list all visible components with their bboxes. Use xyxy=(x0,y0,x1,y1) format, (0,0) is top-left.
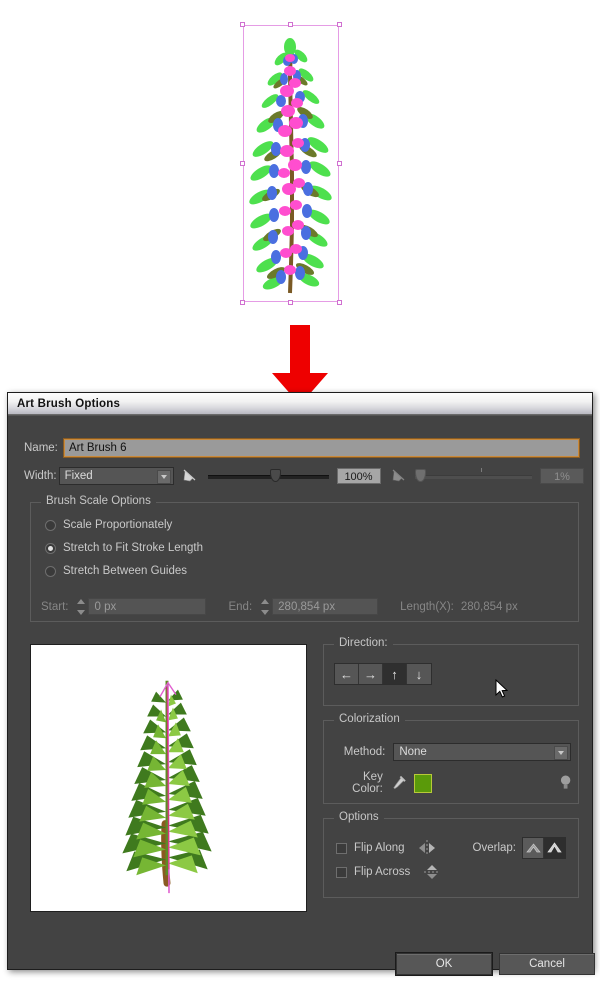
radio-label-stretch-between-guides: Stretch Between Guides xyxy=(63,565,188,577)
selection-handle-top-left[interactable] xyxy=(240,22,245,27)
direction-left-button[interactable]: ← xyxy=(335,664,359,684)
mouse-cursor xyxy=(495,679,509,698)
selection-handle-bottom-left[interactable] xyxy=(240,300,245,305)
radio-icon-scale-proportionately[interactable] xyxy=(45,519,56,531)
width-slider-track xyxy=(207,475,329,479)
colorization-group: Colorization Method: None Key Color: xyxy=(323,713,579,804)
selection-bounding-box xyxy=(243,25,339,302)
radio-label-stretch-to-fit: Stretch to Fit Stroke Length xyxy=(63,542,203,554)
selection-handle-middle-right[interactable] xyxy=(337,160,342,166)
method-row: Method: None xyxy=(336,743,571,761)
flip-along-row[interactable]: Flip Along xyxy=(336,839,437,857)
flip-along-checkbox[interactable] xyxy=(336,842,347,854)
direction-legend: Direction: xyxy=(334,637,393,649)
cancel-button[interactable]: Cancel xyxy=(499,953,595,975)
chevron-up-filled-icon xyxy=(547,841,562,852)
method-label: Method: xyxy=(343,746,386,758)
illustration-canvas xyxy=(0,0,600,405)
selection-handle-bottom-right[interactable] xyxy=(337,300,342,305)
key-color-swatch[interactable] xyxy=(413,773,432,793)
selection-handle-middle-left[interactable] xyxy=(240,160,245,166)
brush-preview-panel xyxy=(30,644,307,912)
start-value-field[interactable]: 0 px xyxy=(88,598,207,615)
width-variation-slider[interactable] xyxy=(414,468,533,484)
length-label: Length(X): xyxy=(400,600,454,613)
arrow-up-icon: ↑ xyxy=(391,666,398,682)
selection-handle-top-center[interactable] xyxy=(288,22,293,27)
key-color-label: Key Color: xyxy=(352,771,383,795)
selection-handle-top-right[interactable] xyxy=(337,22,342,27)
chevron-down-icon[interactable] xyxy=(156,470,171,484)
colorization-legend: Colorization xyxy=(334,713,405,725)
end-value-field[interactable]: 280,854 px xyxy=(272,598,379,615)
end-stepper[interactable] xyxy=(259,598,270,615)
overlap-prevent-button[interactable] xyxy=(544,838,565,858)
radio-icon-stretch-between-guides[interactable] xyxy=(45,565,56,577)
width-variation-field[interactable]: 1% xyxy=(540,468,585,484)
flip-along-label: Flip Along xyxy=(354,842,405,854)
ok-button[interactable]: OK xyxy=(395,952,493,976)
overlap-allow-button[interactable] xyxy=(523,838,544,858)
flip-across-icon xyxy=(424,865,441,879)
brush-scale-legend: Brush Scale Options xyxy=(41,495,156,507)
width-variation-slider-thumb[interactable] xyxy=(414,469,426,482)
colorization-method-select[interactable]: None xyxy=(393,743,571,761)
flip-across-label: Flip Across xyxy=(354,866,411,878)
width-slider[interactable] xyxy=(207,468,329,484)
overlap-row: Overlap: xyxy=(473,837,566,859)
width-variation-slider-tick xyxy=(480,468,482,472)
selection-handle-bottom-center[interactable] xyxy=(288,300,293,305)
name-row: Name: xyxy=(24,438,580,458)
pressure-pen-icon xyxy=(183,469,195,482)
direction-up-button[interactable]: ↑ xyxy=(383,664,407,684)
radio-icon-stretch-to-fit[interactable] xyxy=(45,542,56,554)
overlap-button-bar xyxy=(522,837,566,859)
direction-button-bar: ← → ↑ ↓ xyxy=(334,663,432,685)
options-group: Options Flip Along Flip Across Overlap: xyxy=(323,811,579,898)
overlap-label: Overlap: xyxy=(472,842,516,854)
colorization-method-value: None xyxy=(399,746,427,758)
start-stepper[interactable] xyxy=(75,598,86,615)
artwork-selection[interactable] xyxy=(240,22,342,305)
width-type-select[interactable]: Fixed xyxy=(58,467,174,485)
width-value-field[interactable]: 100% xyxy=(336,468,381,484)
width-slider-thumb[interactable] xyxy=(269,469,281,482)
dialog-title: Art Brush Options xyxy=(17,397,121,410)
flip-across-checkbox[interactable] xyxy=(336,866,347,878)
radio-stretch-to-fit[interactable]: Stretch to Fit Stroke Length xyxy=(45,542,203,554)
direction-right-button[interactable]: → xyxy=(359,664,383,684)
chevron-down-icon[interactable] xyxy=(554,746,568,760)
guides-start-end-row: Start: 0 px End: 280,854 px Length(X): 2… xyxy=(41,598,518,615)
length-value: 280,854 px xyxy=(460,600,518,613)
radio-label-scale-proportionately: Scale Proportionately xyxy=(63,519,173,531)
width-row: Width: Fixed 100% 1% xyxy=(24,466,585,486)
eyedropper-icon[interactable] xyxy=(391,775,406,792)
width-variation-slider-track xyxy=(414,475,533,479)
arrow-down-icon: ↓ xyxy=(415,666,423,682)
brush-name-input[interactable] xyxy=(63,438,580,458)
brush-scale-options-group: Brush Scale Options Scale Proportionatel… xyxy=(30,495,579,622)
radio-scale-proportionately[interactable]: Scale Proportionately xyxy=(45,519,172,531)
flip-across-row[interactable]: Flip Across xyxy=(336,863,442,881)
dialog-titlebar[interactable]: Art Brush Options xyxy=(8,393,592,415)
start-label: Start: xyxy=(41,600,69,613)
width-label: Width: xyxy=(24,470,57,482)
arrow-right-icon: → xyxy=(364,666,377,682)
brush-preview-artwork xyxy=(122,680,212,894)
arrow-left-icon: ← xyxy=(340,666,353,682)
direction-group: Direction: ← → ↑ ↓ xyxy=(323,637,579,706)
width-type-value: Fixed xyxy=(64,470,93,482)
variation-pen-icon xyxy=(392,469,404,482)
name-label: Name: xyxy=(24,442,58,454)
radio-stretch-between-guides[interactable]: Stretch Between Guides xyxy=(45,565,187,577)
flip-along-icon xyxy=(418,840,435,856)
tip-lightbulb-icon[interactable] xyxy=(560,774,571,792)
direction-down-button[interactable]: ↓ xyxy=(407,664,431,684)
chevron-up-outline-icon xyxy=(525,842,541,852)
end-label: End: xyxy=(228,600,253,613)
options-legend: Options xyxy=(334,811,384,823)
key-color-row: Key Color: xyxy=(336,771,571,795)
